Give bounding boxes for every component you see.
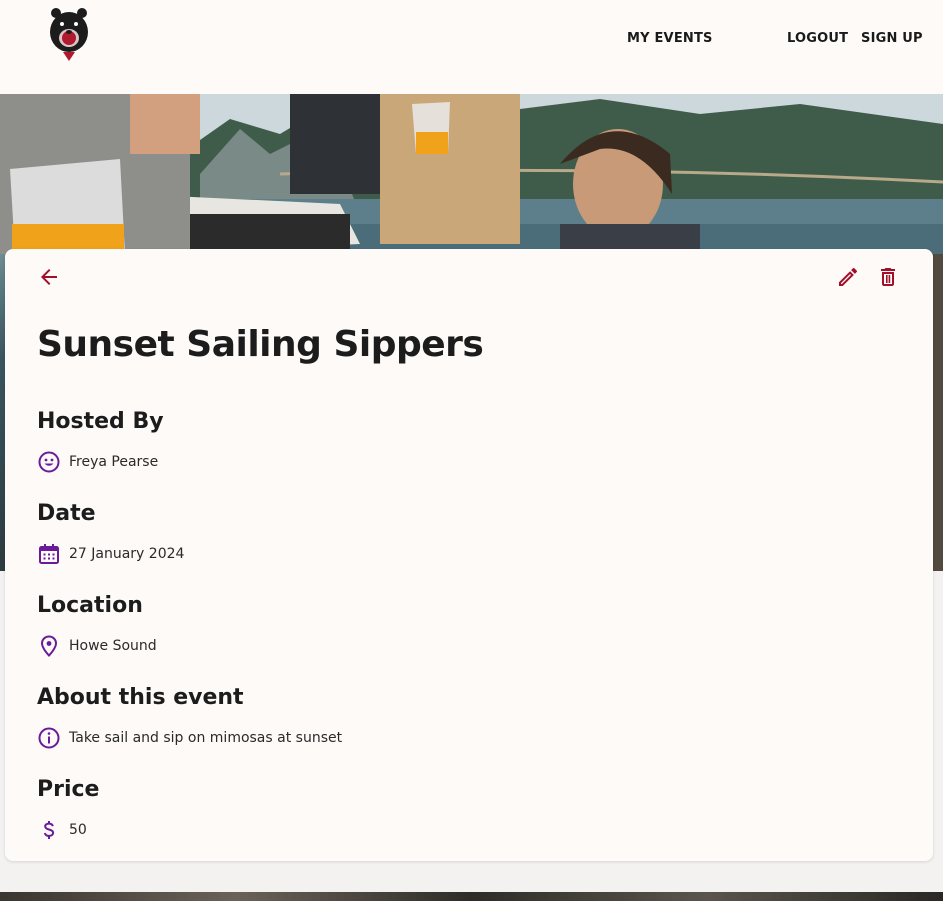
event-details-card: Sunset Sailing Sippers Hosted By Freya P… bbox=[5, 249, 933, 861]
top-nav-bar: MY EVENTS LOGOUT SIGN UP bbox=[0, 0, 943, 94]
event-price: 50 bbox=[69, 822, 87, 838]
event-date: 27 January 2024 bbox=[69, 546, 185, 562]
nav-logout-link[interactable]: LOGOUT bbox=[787, 31, 848, 46]
event-title: Sunset Sailing Sippers bbox=[37, 324, 484, 365]
event-description: Take sail and sip on mimosas at sunset bbox=[69, 730, 343, 746]
back-arrow-icon[interactable] bbox=[37, 265, 61, 289]
footer-image-strip bbox=[0, 892, 943, 901]
location-heading: Location bbox=[37, 593, 143, 618]
smiley-icon bbox=[38, 451, 60, 473]
delete-trash-icon[interactable] bbox=[876, 265, 900, 289]
edit-pencil-icon[interactable] bbox=[836, 265, 860, 289]
host-name: Freya Pearse bbox=[69, 454, 159, 470]
nav-sign-up-link[interactable]: SIGN UP bbox=[861, 31, 923, 46]
event-location: Howe Sound bbox=[69, 638, 157, 654]
price-heading: Price bbox=[37, 777, 100, 802]
dollar-icon bbox=[43, 821, 55, 839]
location-row: Howe Sound bbox=[37, 634, 157, 658]
date-heading: Date bbox=[37, 501, 96, 526]
hosted-by-heading: Hosted By bbox=[37, 409, 164, 434]
price-row: 50 bbox=[37, 818, 87, 842]
location-pin-icon bbox=[40, 635, 58, 657]
calendar-icon bbox=[39, 544, 59, 564]
date-row: 27 January 2024 bbox=[37, 542, 184, 566]
info-icon bbox=[38, 727, 60, 749]
host-row: Freya Pearse bbox=[37, 450, 158, 474]
bear-logo-icon[interactable] bbox=[48, 6, 90, 62]
nav-my-events-link[interactable]: MY EVENTS bbox=[627, 31, 713, 46]
about-heading: About this event bbox=[37, 685, 244, 710]
about-row: Take sail and sip on mimosas at sunset bbox=[37, 726, 342, 750]
